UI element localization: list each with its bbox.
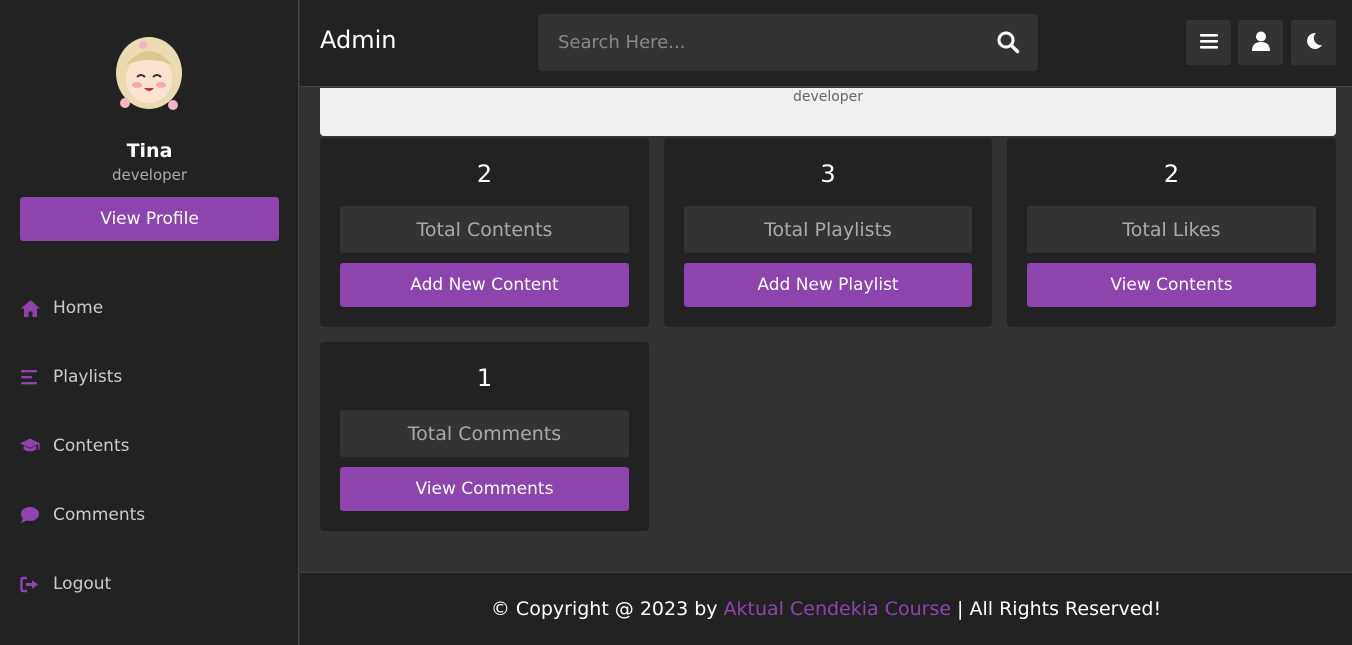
card-total-contents: 2 Total Contents Add New Content <box>320 138 649 327</box>
sidebar-item-label: Logout <box>53 574 112 594</box>
footer: © Copyright @ 2023 by Aktual Cendekia Co… <box>300 572 1352 645</box>
logout-icon <box>19 573 41 595</box>
sidebar-item-label: Playlists <box>53 367 123 387</box>
user-icon <box>1251 31 1270 55</box>
profile-role: developer <box>111 166 188 184</box>
sidebar-item-label: Home <box>53 298 104 318</box>
sidebar-item-playlists[interactable]: Playlists <box>0 357 299 397</box>
search-bar <box>538 14 1038 71</box>
sidebar: Tina developer View Profile Home Playlis… <box>0 0 299 645</box>
moon-icon <box>1305 32 1323 54</box>
card-count: 2 <box>476 160 493 188</box>
card-label: Total Contents <box>340 206 629 253</box>
menu-button[interactable] <box>1186 20 1231 65</box>
card-total-likes: 2 Total Likes View Contents <box>1007 138 1336 327</box>
search-input[interactable] <box>558 14 978 71</box>
card-label: Total Comments <box>340 410 629 457</box>
view-profile-button[interactable]: View Profile <box>20 197 279 241</box>
profile-strip: developer <box>320 88 1336 136</box>
card-count: 1 <box>476 364 493 392</box>
theme-toggle-button[interactable] <box>1291 20 1336 65</box>
header: Admin <box>300 0 1352 87</box>
avatar <box>116 37 182 110</box>
card-total-comments: 1 Total Comments View Comments <box>320 342 649 531</box>
card-count: 2 <box>1163 160 1180 188</box>
footer-copyright: © Copyright @ 2023 by <box>490 598 718 620</box>
user-button[interactable] <box>1238 20 1283 65</box>
graduation-cap-icon <box>19 435 41 457</box>
card-label: Total Likes <box>1027 206 1316 253</box>
footer-rights: | All Rights Reserved! <box>957 598 1162 620</box>
add-new-playlist-button[interactable]: Add New Playlist <box>684 263 972 307</box>
profile-name: Tina <box>126 140 173 162</box>
card-total-playlists: 3 Total Playlists Add New Playlist <box>664 138 992 327</box>
sidebar-item-contents[interactable]: Contents <box>0 426 299 466</box>
profile-strip-role: developer <box>792 89 864 105</box>
home-icon <box>19 297 41 319</box>
card-label: Total Playlists <box>684 206 972 253</box>
search-icon[interactable] <box>996 30 1022 56</box>
sidebar-item-home[interactable]: Home <box>0 288 299 328</box>
add-new-content-button[interactable]: Add New Content <box>340 263 629 307</box>
footer-link[interactable]: Aktual Cendekia Course <box>724 598 952 620</box>
card-count: 3 <box>820 160 836 188</box>
sidebar-item-logout[interactable]: Logout <box>0 564 299 604</box>
menu-icon <box>1199 33 1218 53</box>
sidebar-item-label: Comments <box>53 505 146 525</box>
brand-title[interactable]: Admin <box>320 26 397 54</box>
comment-icon <box>19 504 41 526</box>
sidebar-item-label: Contents <box>53 436 130 456</box>
view-comments-button[interactable]: View Comments <box>340 467 629 511</box>
view-contents-button[interactable]: View Contents <box>1027 263 1316 307</box>
sidebar-item-comments[interactable]: Comments <box>0 495 299 535</box>
bars-icon <box>19 366 41 388</box>
